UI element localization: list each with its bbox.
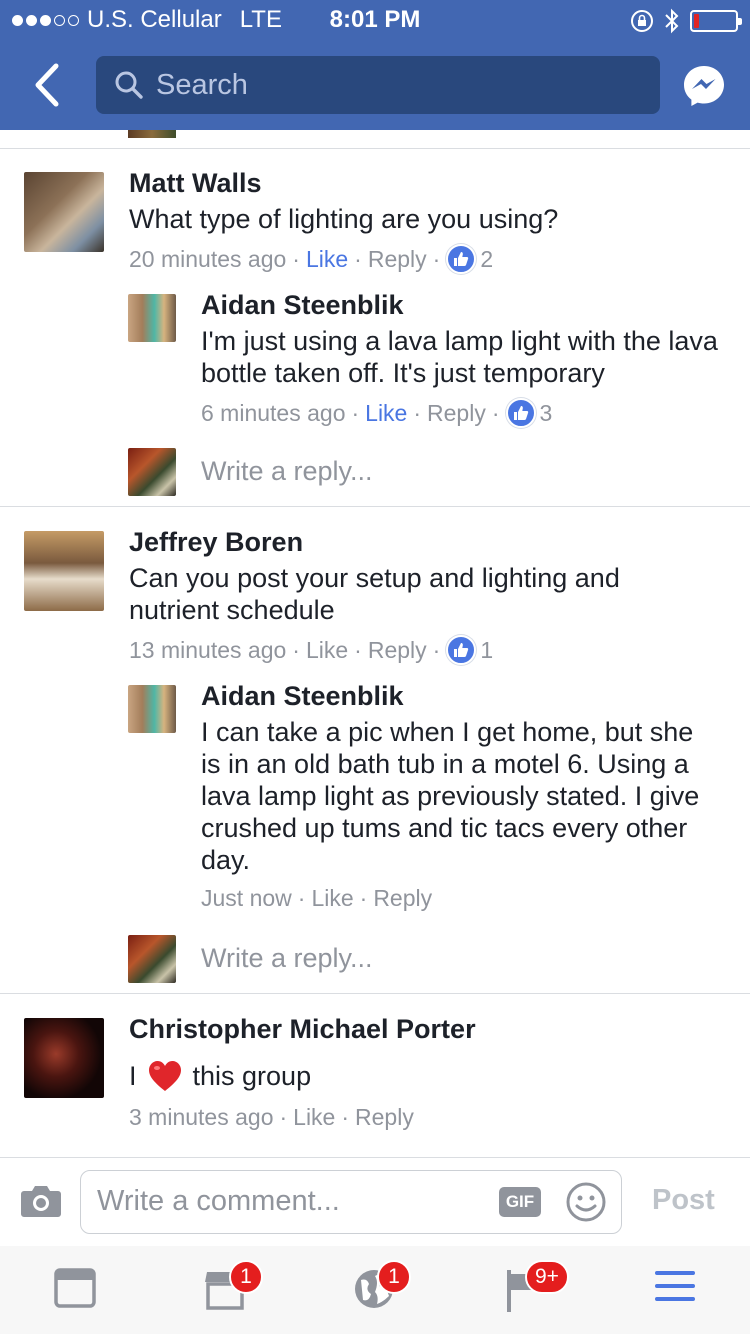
battery-icon — [690, 10, 742, 32]
reply-button[interactable]: Reply — [368, 637, 427, 664]
write-reply-input[interactable]: Write a reply... — [201, 456, 373, 487]
camera-icon[interactable] — [20, 1184, 62, 1218]
like-button[interactable]: Like — [293, 1104, 335, 1131]
like-button[interactable]: Like — [306, 246, 348, 273]
comment-time[interactable]: 3 minutes ago — [129, 1104, 273, 1131]
search-input[interactable]: Search — [96, 56, 660, 114]
reply-meta: Just now · Like · Reply — [201, 885, 433, 912]
thumbs-up-icon[interactable] — [446, 244, 477, 274]
like-button[interactable]: Like — [365, 400, 407, 427]
previous-reply-avatar — [128, 130, 176, 138]
hamburger-menu-icon — [655, 1271, 695, 1301]
groups-badge: 9+ — [525, 1260, 569, 1294]
marketplace-badge: 1 — [229, 1260, 263, 1294]
post-button[interactable]: Post — [652, 1184, 715, 1217]
comment-time[interactable]: 20 minutes ago — [129, 246, 286, 273]
like-button[interactable]: Like — [311, 885, 353, 912]
comment-text: Can you post your setup and lighting and… — [129, 563, 620, 625]
avatar[interactable] — [24, 1018, 104, 1098]
comment-author[interactable]: Matt Walls — [129, 168, 262, 199]
comment-meta: 13 minutes ago · Like · Reply · 1 — [129, 635, 493, 665]
avatar[interactable] — [24, 531, 104, 611]
reaction-count[interactable]: 3 — [540, 400, 553, 427]
reply-button[interactable]: Reply — [373, 885, 432, 912]
news-feed-icon — [54, 1268, 96, 1308]
reply-button[interactable]: Reply — [427, 400, 486, 427]
notifications-badge: 1 — [377, 1260, 411, 1294]
smiley-icon[interactable] — [565, 1181, 607, 1223]
thumbs-up-icon[interactable] — [446, 635, 477, 665]
avatar[interactable] — [24, 172, 104, 252]
status-bar: U.S. Cellular LTE 8:01 PM — [0, 0, 750, 40]
divider — [0, 993, 750, 994]
comment-text: I this group — [129, 1059, 709, 1093]
like-button[interactable]: Like — [306, 637, 348, 664]
tab-groups[interactable]: 9+ — [503, 1260, 569, 1312]
reply-button[interactable]: Reply — [368, 246, 427, 273]
search-icon — [115, 71, 143, 99]
messenger-icon[interactable] — [682, 64, 726, 108]
reply-author[interactable]: Aidan Steenblik — [201, 681, 404, 712]
avatar[interactable] — [128, 294, 176, 342]
avatar[interactable] — [128, 685, 176, 733]
comment-text-end: this group — [192, 1061, 312, 1091]
reply-text: I can take a pic when I get home, but sh… — [201, 717, 700, 875]
search-placeholder: Search — [156, 68, 248, 101]
bottom-tab-bar: 1 1 9+ — [0, 1246, 750, 1334]
comment-author[interactable]: Jeffrey Boren — [129, 527, 303, 558]
reply-time[interactable]: 6 minutes ago — [201, 400, 345, 427]
tab-menu[interactable] — [654, 1268, 698, 1312]
comment-meta: 3 minutes ago · Like · Reply — [129, 1104, 414, 1131]
tab-news-feed[interactable] — [54, 1268, 98, 1312]
tab-marketplace[interactable]: 1 — [203, 1260, 263, 1312]
top-nav-bar: Search — [0, 40, 750, 130]
reply-button[interactable]: Reply — [355, 1104, 414, 1131]
comment-input[interactable]: Write a comment... GIF — [80, 1170, 622, 1234]
heart-emoji-icon — [148, 1061, 181, 1091]
comment-meta: 20 minutes ago · Like · Reply · 2 — [129, 244, 493, 274]
comment-text-start: I — [129, 1061, 137, 1091]
reply-meta: 6 minutes ago · Like · Reply · 3 — [201, 398, 552, 428]
thumbs-up-icon[interactable] — [505, 398, 536, 428]
back-arrow-icon[interactable] — [28, 62, 68, 108]
comment-text: What type of lighting are you using? — [129, 204, 559, 234]
reaction-count[interactable]: 2 — [480, 246, 493, 273]
divider — [0, 506, 750, 507]
divider — [0, 148, 750, 149]
comment-author[interactable]: Christopher Michael Porter — [129, 1014, 476, 1045]
orientation-lock-icon — [631, 10, 653, 32]
gif-button[interactable]: GIF — [499, 1187, 541, 1217]
my-avatar — [128, 935, 176, 983]
comment-placeholder: Write a comment... — [97, 1185, 340, 1217]
bluetooth-icon — [665, 8, 679, 34]
reply-text: I'm just using a lava lamp light with th… — [201, 326, 718, 388]
my-avatar — [128, 448, 176, 496]
write-reply-input[interactable]: Write a reply... — [201, 943, 373, 974]
reply-author[interactable]: Aidan Steenblik — [201, 290, 404, 321]
comment-time[interactable]: 13 minutes ago — [129, 637, 286, 664]
reaction-count[interactable]: 1 — [480, 637, 493, 664]
comment-composer: Write a comment... GIF Post — [0, 1158, 750, 1246]
reply-time[interactable]: Just now — [201, 885, 292, 912]
tab-notifications[interactable]: 1 — [353, 1260, 411, 1312]
